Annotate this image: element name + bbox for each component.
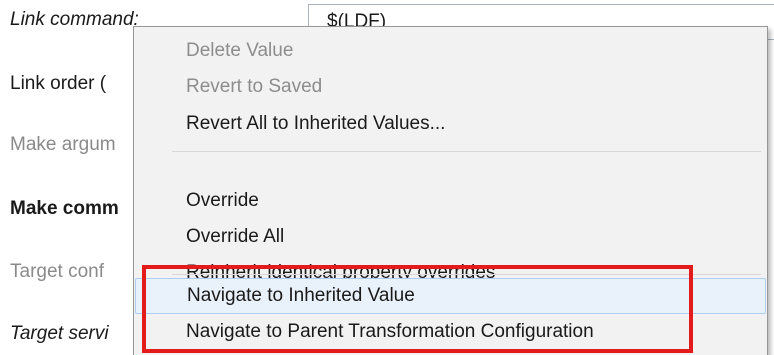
- menu-item-delete-value[interactable]: Delete Value: [135, 33, 766, 69]
- menu-separator: [172, 274, 761, 275]
- menu-item-navigate-to-inherited-value[interactable]: Navigate to Inherited Value: [135, 278, 766, 314]
- target-config-label: Target conf: [10, 261, 104, 282]
- menu-item-override[interactable]: Override: [135, 183, 766, 219]
- target-service-label: Target servi: [10, 323, 109, 344]
- menu-item-override-all[interactable]: Override All: [135, 219, 766, 255]
- menu-item-revert-all-to-inherited[interactable]: Revert All to Inherited Values...: [135, 106, 766, 142]
- link-command-label: Link command:: [10, 9, 139, 30]
- menu-separator: [172, 151, 761, 152]
- context-menu: Delete Value Revert to Saved Revert All …: [133, 26, 768, 355]
- menu-item-revert-to-saved[interactable]: Revert to Saved: [135, 69, 766, 105]
- make-command-label: Make comm: [10, 198, 119, 219]
- make-arguments-label: Make argum: [10, 134, 116, 155]
- menu-item-navigate-to-parent-config[interactable]: Navigate to Parent Transformation Config…: [135, 314, 766, 350]
- link-order-label: Link order (: [10, 73, 107, 94]
